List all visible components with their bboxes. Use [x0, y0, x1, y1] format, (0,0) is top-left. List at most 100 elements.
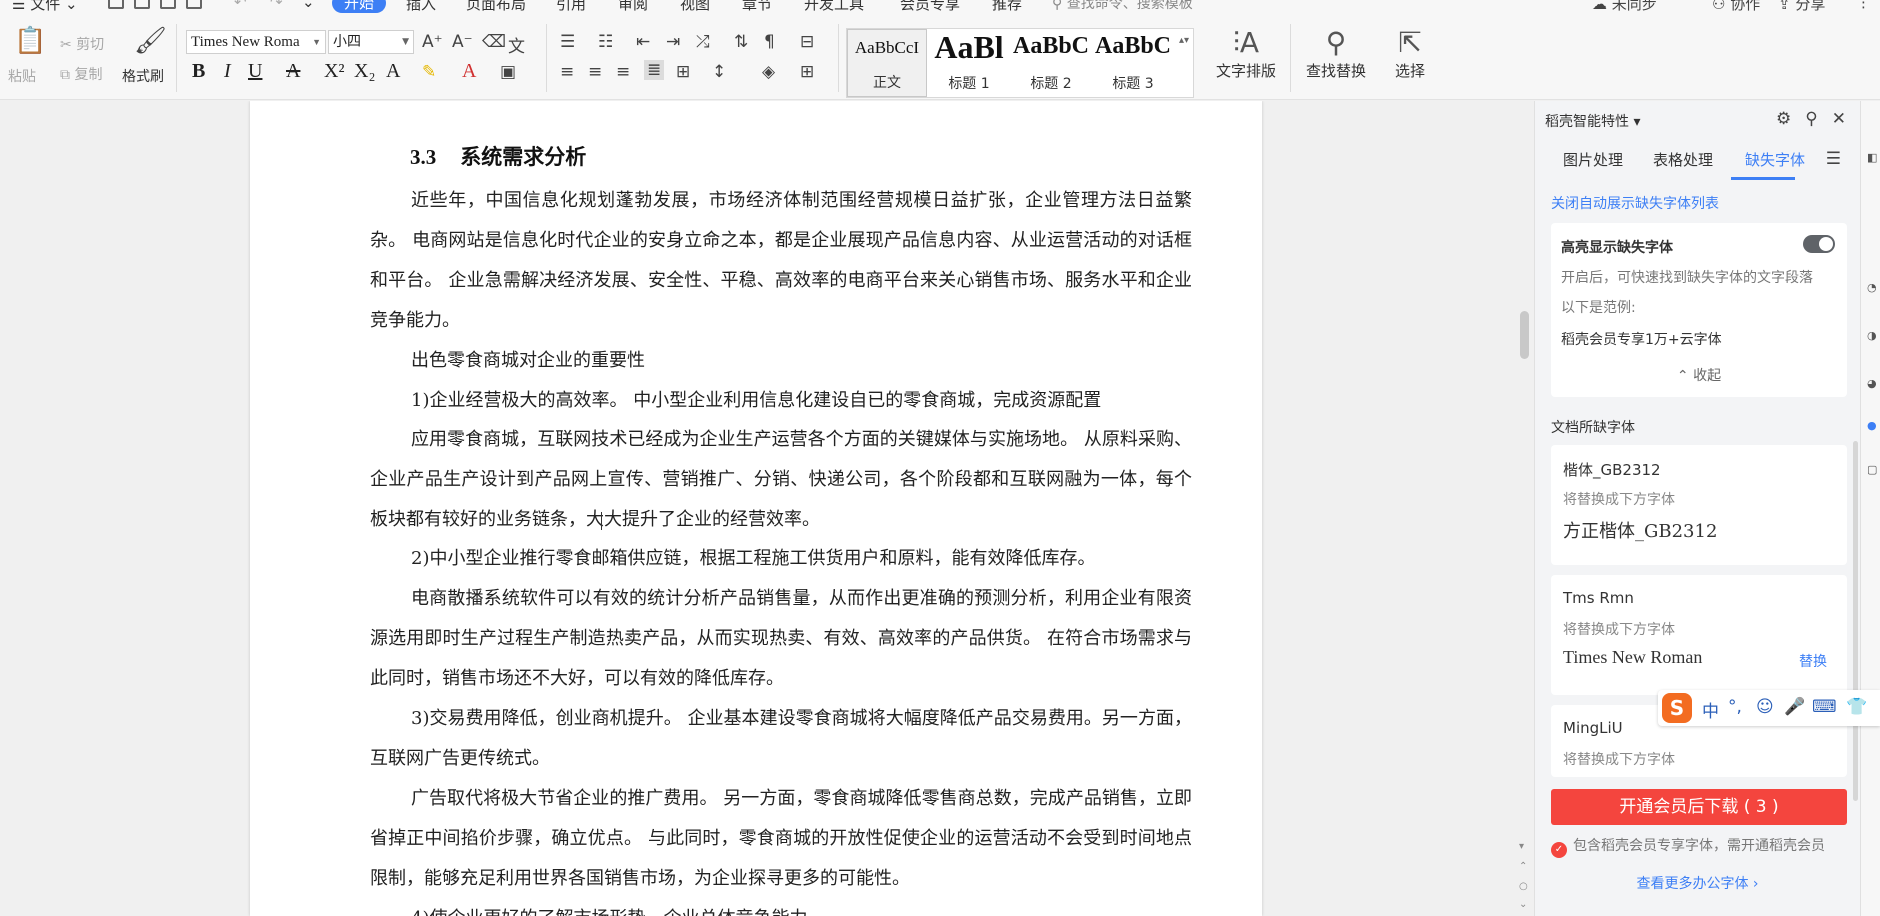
paragraph-mark-icon[interactable]: ¶ — [764, 32, 775, 52]
highlight-icon[interactable]: ✎ — [422, 62, 436, 82]
sync-status[interactable]: ☁ 未同步 — [1592, 0, 1657, 14]
borders-icon[interactable]: ⊞ — [800, 62, 814, 82]
paragraph[interactable]: 3)交易费用降低，创业商机提升。 企业基本建设零食商城将大幅度降低产品交易费用。… — [370, 699, 1192, 779]
collab-button[interactable]: ⚇ 协作 — [1712, 0, 1760, 14]
dock-item-icon[interactable]: ◑ — [1867, 329, 1877, 342]
shrink-font-icon[interactable]: A⁻ — [452, 32, 473, 52]
style-heading-2[interactable]: AaBbC 标题 2 — [1011, 29, 1091, 97]
undo-icon[interactable]: ↶ — [234, 0, 247, 11]
section-heading[interactable]: 3.3 系统需求分析 — [410, 141, 586, 171]
dock-item-icon[interactable]: ◧ — [1867, 151, 1877, 164]
document-canvas[interactable]: 3.3 系统需求分析 近些年，中国信息化规划蓬勃发展，市场经济体制范围经营规模日益… — [0, 101, 1515, 916]
format-painter-button[interactable]: 格式刷 — [122, 66, 164, 86]
align-left-icon[interactable]: ≡ — [560, 62, 574, 82]
tab-page-layout[interactable]: 页面布局 — [466, 0, 526, 14]
ime-chinese-mode[interactable]: 中 — [1702, 697, 1719, 722]
redo-icon[interactable]: ↷ — [270, 0, 283, 11]
highlight-toggle[interactable] — [1803, 235, 1835, 253]
style-heading-3[interactable]: AaBbC 标题 3 — [1093, 29, 1173, 97]
close-icon[interactable]: ✕ — [1832, 109, 1846, 129]
pin-icon[interactable]: ⚲ — [1805, 109, 1817, 129]
tab-recommend[interactable]: 推荐 — [992, 0, 1022, 14]
font-size-select[interactable]: 小四 ▼ — [328, 30, 414, 54]
strikethrough-icon[interactable]: A — [286, 60, 300, 83]
save-icon[interactable] — [108, 0, 124, 9]
replace-link[interactable]: 替换 — [1799, 651, 1827, 671]
tab-review[interactable]: 审阅 — [618, 0, 648, 14]
line-spacing-icon[interactable]: ↕ — [712, 62, 726, 82]
text-layout-button[interactable]: ⫶A 文字排版 — [1206, 26, 1286, 81]
tab-member[interactable]: 会员专享 — [900, 0, 960, 14]
font-name-select[interactable]: Times New Roma ▼ — [186, 30, 326, 54]
decrease-indent-icon[interactable]: ⇤ — [636, 32, 650, 52]
file-menu[interactable]: ☰ 文件 ⌄ — [12, 0, 78, 14]
paragraph[interactable]: 应用零食商城，互联网技术已经成为企业生产运营各个方面的关键媒体与实施场地。 从原… — [370, 420, 1192, 540]
paragraph[interactable]: 1)企业经营极大的高效率。 中小型企业利用信息化建设自已的零食商城，完成资源配置 — [370, 381, 1192, 421]
quick-access-dropdown-icon[interactable]: ⌄ — [302, 0, 315, 11]
shading-icon[interactable]: ◈ — [762, 62, 775, 82]
more-icon[interactable]: ⋮ — [1856, 0, 1871, 11]
next-page-icon[interactable]: ⌄ — [1519, 899, 1527, 910]
paste-icon[interactable]: 📋 — [14, 26, 46, 56]
missing-font-item[interactable]: 楷体_GB2312 将替换成下方字体 方正楷体_GB2312 — [1551, 445, 1847, 565]
paragraph[interactable]: 出色零食商城对企业的重要性 — [370, 341, 1192, 381]
scrollbar-thumb[interactable] — [1520, 311, 1529, 359]
command-search[interactable]: ⚲ 查找命令、搜索模板 — [1052, 0, 1193, 13]
tab-chapter[interactable]: 章节 — [742, 0, 772, 14]
style-scroll-icon[interactable]: ▴▾ — [1179, 35, 1189, 46]
select-button[interactable]: ⇱ 选择 — [1380, 26, 1440, 81]
prev-page-icon[interactable]: ⌃ — [1519, 861, 1527, 872]
clear-format-icon[interactable]: ⌫ — [482, 32, 506, 52]
align-right-icon[interactable]: ≡ — [616, 62, 630, 82]
tab-home[interactable]: 开始 — [332, 0, 387, 13]
paste-button[interactable]: 粘贴 — [8, 66, 36, 86]
cut-button[interactable]: ✂ 剪切 — [60, 34, 104, 54]
subscript-icon[interactable]: X₂ — [354, 60, 375, 83]
superscript-icon[interactable]: X² — [324, 60, 344, 83]
sort-icon[interactable]: ⇅ — [734, 32, 748, 52]
paragraph[interactable]: 4)使企业更好的了解市场形势，企业总体竞争能力 — [370, 899, 1192, 916]
paragraph[interactable]: 近些年，中国信息化规划蓬勃发展，市场经济体制范围经营规模日益扩张，企业管理方法日… — [370, 181, 1192, 341]
ime-keyboard-icon[interactable]: ⌨ — [1812, 697, 1837, 717]
style-normal[interactable]: AaBbCcI 正文 — [847, 29, 927, 97]
select-browse-icon[interactable]: ○ — [1519, 881, 1528, 892]
tab-missing-fonts[interactable]: 缺失字体 — [1745, 149, 1805, 170]
char-border-icon[interactable]: ▣ — [500, 62, 516, 82]
format-painter-icon[interactable]: 🖌 — [134, 26, 167, 56]
gear-icon[interactable]: ⚙ — [1776, 109, 1791, 129]
underline-icon[interactable]: U — [248, 60, 262, 83]
share-button[interactable]: ⇪ 分享 — [1778, 0, 1825, 14]
bullet-list-icon[interactable]: ☰ — [560, 32, 575, 52]
more-fonts-link[interactable]: 查看更多办公字体 › — [1535, 873, 1860, 893]
font-color-icon[interactable]: A — [462, 60, 476, 83]
document-page[interactable]: 3.3 系统需求分析 近些年，中国信息化规划蓬勃发展，市场经济体制范围经营规模日益… — [250, 101, 1262, 916]
find-replace-button[interactable]: ⚲ 查找替换 — [1296, 26, 1376, 81]
distributed-icon[interactable]: ⊞ — [676, 62, 690, 82]
tab-marks-icon[interactable]: ⊟ — [800, 32, 814, 52]
tab-view[interactable]: 视图 — [680, 0, 710, 14]
scroll-down-icon[interactable]: ▾ — [1519, 841, 1524, 852]
download-fonts-button[interactable]: 开通会员后下载 ( 3 ) — [1551, 789, 1847, 825]
dock-item-icon[interactable]: ▢ — [1867, 463, 1877, 476]
copy-button[interactable]: ⧉ 复制 — [60, 64, 102, 84]
tab-table-processing[interactable]: 表格处理 — [1653, 149, 1713, 170]
collapse-button[interactable]: ⌃ 收起 — [1551, 365, 1847, 385]
bold-icon[interactable]: B — [192, 60, 205, 83]
grow-font-icon[interactable]: A⁺ — [422, 32, 443, 52]
justify-icon[interactable]: ≣ — [644, 60, 665, 80]
italic-icon[interactable]: I — [224, 60, 231, 83]
document-scrollbar[interactable]: ▾ ⌃ ○ ⌄ — [1517, 101, 1531, 916]
panel-scrollbar[interactable] — [1853, 441, 1858, 801]
dock-item-icon[interactable]: ◔ — [1867, 281, 1877, 294]
text-effect-icon[interactable]: A — [386, 60, 400, 83]
ime-punctuation-icon[interactable]: °, — [1728, 697, 1742, 717]
preview-icon[interactable] — [186, 0, 202, 9]
ime-skin-icon[interactable]: 👕 — [1846, 697, 1867, 717]
panel-title[interactable]: 稻壳智能特性 ▾ — [1545, 111, 1640, 131]
phonetic-icon[interactable]: 文 — [508, 32, 525, 57]
style-heading-1[interactable]: AaBl 标题 1 — [929, 29, 1009, 97]
print-icon[interactable] — [160, 0, 176, 9]
ime-voice-icon[interactable]: 🎤 — [1784, 697, 1805, 717]
export-icon[interactable] — [134, 0, 150, 9]
dock-item-icon[interactable]: ● — [1867, 419, 1877, 432]
